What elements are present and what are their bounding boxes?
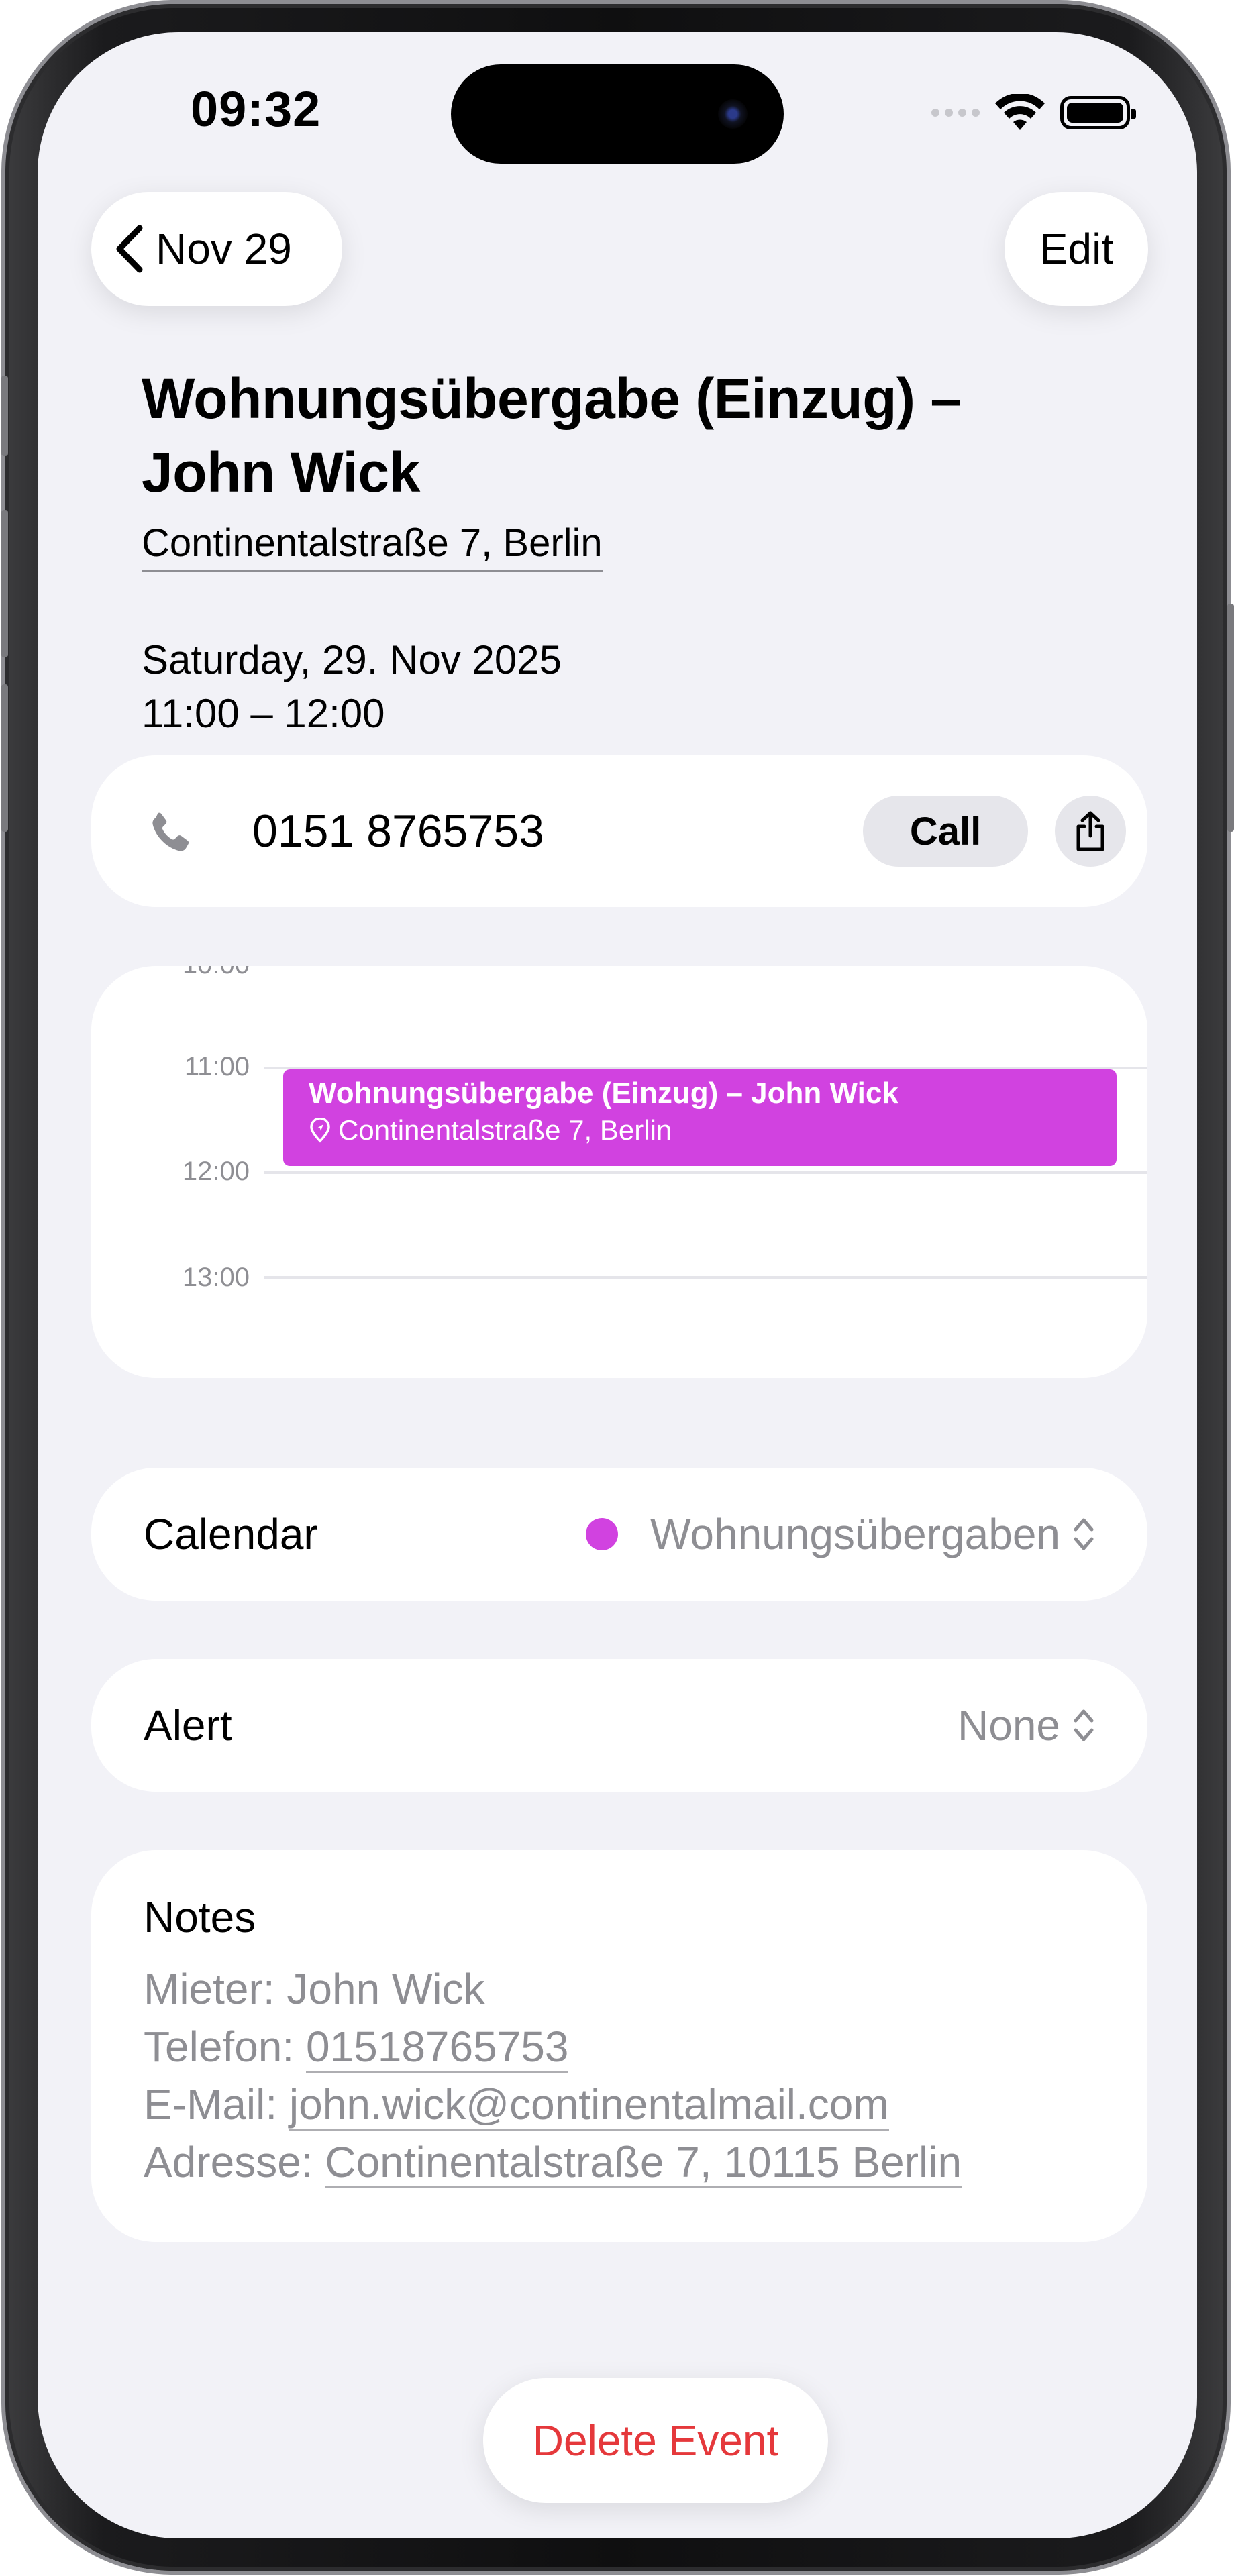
phone-icon [152, 812, 189, 851]
hour-label: 11:00 [184, 1052, 250, 1081]
dynamic-island [451, 64, 784, 164]
notes-email-link[interactable]: john.wick@continentalmail.com [289, 2080, 889, 2131]
action-button [1, 376, 8, 456]
hour-line [264, 1276, 1147, 1279]
hour-label: 13:00 [182, 1263, 250, 1292]
day-timeline-card[interactable]: 10:00 11:00 12:00 13:00 Wohnungsübergabe… [91, 966, 1147, 1378]
timeline-event-title: Wohnungsübergabe (Einzug) – John Wick [309, 1077, 898, 1110]
edit-button[interactable]: Edit [1005, 192, 1148, 306]
notes-phone-line: Telefon: 01518765753 [144, 2018, 1147, 2076]
location-pin-icon [310, 1118, 330, 1143]
call-button-label: Call [909, 809, 982, 853]
event-time: 11:00 – 12:00 [142, 691, 385, 736]
hour-label: 10:00 [183, 966, 250, 981]
event-title-line-2: John Wick [142, 441, 420, 504]
alert-row-value: None [958, 1701, 1060, 1750]
power-button [1227, 604, 1234, 832]
notes-phone-label: Telefon: [144, 2023, 295, 2071]
chevron-up-down-icon [1074, 1709, 1094, 1741]
chevron-up-down-icon [1074, 1518, 1094, 1550]
notes-address-label: Adresse: [144, 2138, 313, 2186]
cellular-signal-icon [931, 109, 980, 117]
status-time: 09:32 [191, 81, 321, 137]
calendar-row[interactable]: Calendar Wohnungsübergaben [91, 1468, 1147, 1601]
battery-icon [1060, 96, 1136, 129]
notes-phone-link[interactable]: 01518765753 [305, 2023, 569, 2073]
calendar-row-label: Calendar [144, 1510, 318, 1558]
notes-address-line: Adresse: Continentalstraße 7, 10115 Berl… [144, 2133, 1147, 2191]
front-camera-icon [718, 99, 748, 129]
chevron-left-icon [116, 225, 143, 273]
timeline-event-block[interactable]: Wohnungsübergabe (Einzug) – John Wick Co… [283, 1069, 1117, 1166]
phone-number: 0151 8765753 [252, 806, 544, 857]
volume-down-button [1, 684, 8, 832]
back-button[interactable]: Nov 29 [91, 192, 342, 306]
alert-row-label: Alert [144, 1701, 232, 1750]
edit-button-label: Edit [1039, 225, 1114, 273]
notes-tenant-line: Mieter: John Wick [144, 1960, 1147, 2018]
hour-line [264, 1171, 1147, 1174]
timeline-event-location-text: Continentalstraße 7, Berlin [338, 1114, 672, 1146]
notes-card[interactable]: Notes Mieter: John Wick Telefon: 0151876… [91, 1850, 1147, 2242]
calendar-color-dot [586, 1518, 619, 1550]
alert-selector[interactable]: None [958, 1701, 1095, 1750]
alert-row[interactable]: Alert None [91, 1659, 1147, 1792]
event-title-line-1: Wohnungsübergabe (Einzug) – [142, 367, 962, 430]
event-title: Wohnungsübergabe (Einzug) – John Wick [142, 362, 1081, 509]
delete-event-button[interactable]: Delete Event [483, 2378, 828, 2503]
calendar-row-value: Wohnungsübergaben [650, 1510, 1060, 1558]
hour-label: 12:00 [182, 1157, 250, 1186]
event-date: Saturday, 29. Nov 2025 [142, 637, 562, 682]
event-location-link[interactable]: Continentalstraße 7, Berlin [142, 519, 603, 572]
screen: 09:32 Nov 29 Edit Wohnungsübergabe (Einz… [38, 32, 1197, 2538]
wifi-icon [995, 94, 1045, 130]
back-button-label: Nov 29 [156, 225, 292, 273]
notes-email-label: E-Mail: [144, 2080, 278, 2129]
calendar-selector[interactable]: Wohnungsübergaben [586, 1509, 1095, 1559]
phone-card: 0151 8765753 Call [91, 755, 1147, 907]
share-icon [1076, 811, 1104, 851]
notes-address-link[interactable]: Continentalstraße 7, 10115 Berlin [325, 2138, 962, 2188]
timeline-event-location: Continentalstraße 7, Berlin [309, 1112, 1117, 1148]
call-button[interactable]: Call [863, 796, 1028, 867]
share-button[interactable] [1055, 796, 1126, 867]
notes-tenant-value: John Wick [287, 1965, 485, 2013]
volume-up-button [1, 510, 8, 657]
status-icons [931, 94, 1136, 131]
notes-email-line: E-Mail: john.wick@continentalmail.com [144, 2076, 1147, 2133]
notes-tenant-label: Mieter: [144, 1965, 275, 2013]
notes-title: Notes [144, 1893, 256, 1941]
